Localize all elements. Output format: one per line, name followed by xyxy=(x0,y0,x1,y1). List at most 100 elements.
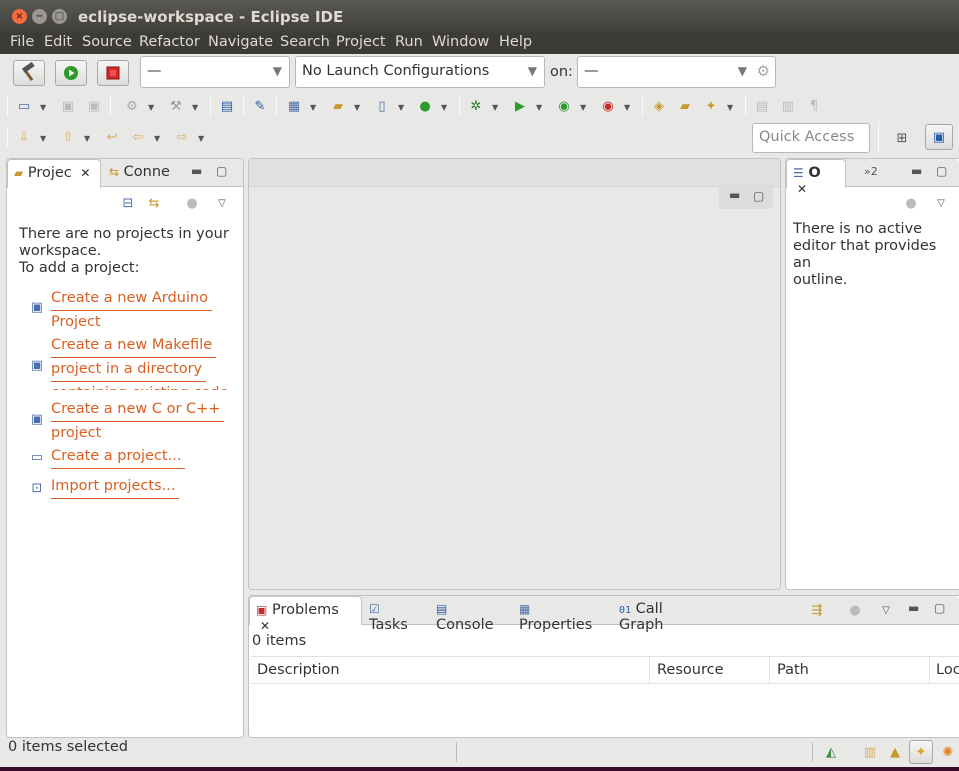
forward-icon[interactable]: ⇨ xyxy=(174,129,190,145)
column-resource[interactable]: Resource xyxy=(657,662,724,679)
wand-button[interactable]: ✦ xyxy=(909,740,933,764)
chevron-down-icon[interactable]: ▼ xyxy=(192,103,198,112)
launch-mode-combo[interactable]: — ▼ xyxy=(140,56,290,88)
build-config-icon[interactable]: ⚙ xyxy=(124,98,140,114)
window-close-button[interactable]: × xyxy=(12,9,27,24)
toggle-mark-icon[interactable]: ▤ xyxy=(754,98,770,114)
launch-target-combo[interactable]: — ▼ ⚙ xyxy=(577,56,776,88)
focus-icon[interactable]: ● xyxy=(184,195,200,211)
column-description[interactable]: Description xyxy=(257,662,340,679)
last-edit-icon[interactable]: ↩ xyxy=(104,129,120,145)
next-annotation-icon[interactable]: ⇩ xyxy=(16,129,32,145)
menu-refactor[interactable]: Refactor xyxy=(139,34,200,50)
filter-icon[interactable]: ● xyxy=(847,602,863,618)
link-with-editor-icon[interactable]: ⇆ xyxy=(146,195,162,211)
tab-outline[interactable]: ☰ O ✕ xyxy=(786,159,846,196)
stop-button[interactable] xyxy=(97,60,129,86)
create-c-cpp-project-link[interactable]: Create a new C or C++ project xyxy=(51,398,225,445)
collapse-all-icon[interactable]: ⊟ xyxy=(120,195,136,211)
menu-file[interactable]: File xyxy=(10,34,34,50)
minimize-icon[interactable]: ▬ xyxy=(729,188,740,202)
maximize-icon[interactable]: ▢ xyxy=(934,601,945,615)
view-menu-icon[interactable]: ▽ xyxy=(933,195,949,211)
menu-search[interactable]: Search xyxy=(280,34,330,50)
show-whitespace-icon[interactable]: ¶ xyxy=(806,98,822,114)
new-class-icon[interactable]: ● xyxy=(417,98,433,114)
chevron-down-icon[interactable]: ▼ xyxy=(727,103,733,112)
c-cpp-perspective-button[interactable]: ▣ xyxy=(925,124,953,150)
progress-icon[interactable]: ◭ xyxy=(823,744,839,760)
external-tools-icon[interactable]: ◉ xyxy=(600,98,616,114)
chevron-down-icon[interactable]: ▼ xyxy=(40,103,46,112)
run-button[interactable] xyxy=(55,60,87,86)
menu-run[interactable]: Run xyxy=(395,34,423,50)
menu-project[interactable]: Project xyxy=(336,34,386,50)
book-icon[interactable]: ▥ xyxy=(862,744,878,760)
minimize-icon[interactable]: ▬ xyxy=(191,164,202,178)
close-icon[interactable]: ✕ xyxy=(260,619,270,633)
window-minimize-button[interactable]: − xyxy=(32,9,47,24)
back-icon[interactable]: ⇦ xyxy=(130,129,146,145)
tab-project-explorer[interactable]: ▰ Projec ✕ xyxy=(7,159,101,188)
new-source-file-icon[interactable]: ▯ xyxy=(374,98,390,114)
new-folder-icon[interactable]: ▰ xyxy=(330,98,346,114)
chevron-down-icon[interactable]: ▼ xyxy=(198,134,204,143)
import-projects-link[interactable]: Import projects... xyxy=(51,475,180,499)
open-perspective-icon[interactable]: ⊞ xyxy=(894,130,910,146)
column-location[interactable]: Loc xyxy=(936,662,959,679)
tab-problems[interactable]: ▣ Problems ✕ xyxy=(249,596,362,633)
chevron-down-icon[interactable]: ▼ xyxy=(398,103,404,112)
chevron-down-icon[interactable]: ▼ xyxy=(84,134,90,143)
focus-icon[interactable]: ● xyxy=(903,195,919,211)
chevron-down-icon[interactable]: ▼ xyxy=(40,134,46,143)
gear-icon[interactable]: ⚙ xyxy=(757,62,770,80)
maximize-icon[interactable]: ▢ xyxy=(936,164,947,178)
chevron-down-icon[interactable]: ▼ xyxy=(354,103,360,112)
create-arduino-project-link[interactable]: Create a new Arduino Project xyxy=(51,287,212,334)
close-icon[interactable]: ✕ xyxy=(797,182,807,196)
overflow-tabs-button[interactable]: »2 xyxy=(864,165,878,178)
chevron-down-icon[interactable]: ▼ xyxy=(580,103,586,112)
tab-tasks[interactable]: ☑ Tasks xyxy=(363,596,429,633)
open-folder-icon[interactable]: ▰ xyxy=(677,98,693,114)
run-coverage-icon[interactable]: ◉ xyxy=(556,98,572,114)
new-icon[interactable]: ▭ xyxy=(16,98,32,114)
quick-access-field[interactable]: Quick Access xyxy=(752,123,870,153)
build-button[interactable] xyxy=(13,60,45,86)
new-project-icon[interactable]: ▦ xyxy=(286,98,302,114)
minimize-icon[interactable]: ▬ xyxy=(908,601,919,615)
graduation-cap-icon[interactable]: ▲ xyxy=(887,744,903,760)
window-maximize-button[interactable]: □ xyxy=(52,9,67,24)
view-menu-icon[interactable]: ▽ xyxy=(878,602,894,618)
block-selection-icon[interactable]: ▥ xyxy=(780,98,796,114)
maximize-icon[interactable]: ▢ xyxy=(216,164,227,178)
skip-breakpoints-icon[interactable]: ✎ xyxy=(252,98,268,114)
focus-on-active-task-icon[interactable]: ⇶ xyxy=(809,602,825,618)
view-menu-icon[interactable]: ▽ xyxy=(214,195,230,211)
menu-source[interactable]: Source xyxy=(82,34,132,50)
column-path[interactable]: Path xyxy=(777,662,809,679)
chevron-down-icon[interactable]: ▼ xyxy=(536,103,542,112)
minimize-icon[interactable]: ▬ xyxy=(911,164,922,178)
open-perspective-icon[interactable]: ◈ xyxy=(651,98,667,114)
tab-properties[interactable]: ▦ Properties xyxy=(513,596,613,633)
menu-help[interactable]: Help xyxy=(499,34,532,50)
menu-navigate[interactable]: Navigate xyxy=(208,34,273,50)
chevron-down-icon[interactable]: ▼ xyxy=(310,103,316,112)
tab-connections[interactable]: ⇆ Conne xyxy=(103,159,183,188)
chevron-down-icon[interactable]: ▼ xyxy=(624,103,630,112)
save-icon[interactable]: ▣ xyxy=(60,98,76,114)
launch-config-combo[interactable]: No Launch Configurations ▼ xyxy=(295,56,545,88)
menu-window[interactable]: Window xyxy=(432,34,489,50)
save-all-icon[interactable]: ▣ xyxy=(86,98,102,114)
tab-console[interactable]: ▤ Console xyxy=(430,596,514,633)
sun-icon[interactable]: ✺ xyxy=(940,744,956,760)
run-icon[interactable]: ▶ xyxy=(512,98,528,114)
previous-annotation-icon[interactable]: ⇧ xyxy=(60,129,76,145)
build-all-icon[interactable]: ⚒ xyxy=(168,98,184,114)
terminal-icon[interactable]: ▤ xyxy=(219,98,235,114)
debug-icon[interactable]: ✲ xyxy=(468,98,484,114)
create-project-link[interactable]: Create a project... xyxy=(51,445,186,469)
menu-edit[interactable]: Edit xyxy=(44,34,72,50)
chevron-down-icon[interactable]: ▼ xyxy=(154,134,160,143)
